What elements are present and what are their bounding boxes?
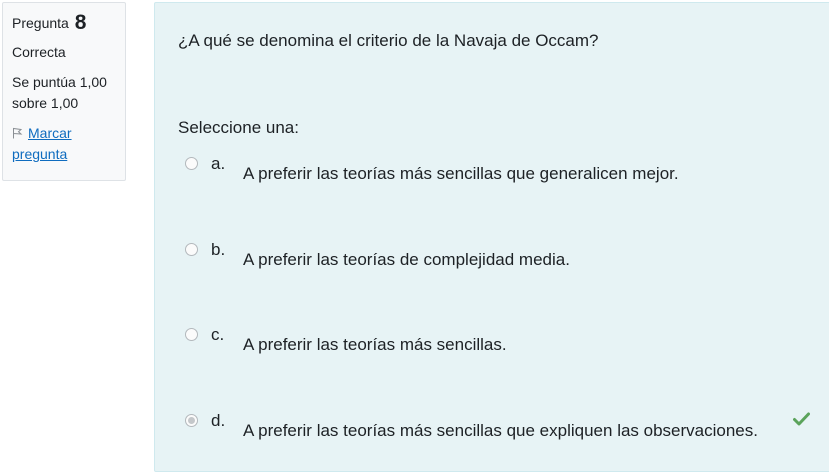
question-number-value: 8 (74, 11, 87, 34)
question-grade: Se puntúa 1,00 sobre 1,00 (12, 74, 107, 111)
question-number: Pregunta 8 (12, 12, 125, 36)
radio-button-c[interactable] (185, 328, 198, 341)
option-text-a: A preferir las teorías más sencillas que… (243, 164, 679, 183)
answer-option-d[interactable]: d. A preferir las teorías más sencillas … (185, 411, 825, 452)
question-text: ¿A qué se denomina el criterio de la Nav… (178, 31, 599, 50)
option-letter-a: a. (211, 154, 226, 173)
option-text-c: A preferir las teorías más sencillas. (243, 335, 507, 354)
answer-prompt: Seleccione una: (178, 118, 299, 137)
check-icon (793, 412, 810, 426)
flag-question-link[interactable]: Marcar pregunta (12, 123, 112, 165)
option-text-b: A preferir las teorías de complejidad me… (243, 250, 570, 269)
option-text-d: A preferir las teorías más sencillas que… (243, 421, 758, 440)
option-letter-b: b. (211, 240, 226, 259)
question-content: ¿A qué se denomina el criterio de la Nav… (154, 2, 829, 472)
radio-button-a[interactable] (185, 157, 198, 170)
question-info-panel: Pregunta 8 Correcta Se puntúa 1,00 sobre… (2, 2, 126, 181)
answer-option-b[interactable]: b. A preferir las teorías de complejidad… (185, 240, 825, 281)
answer-option-a[interactable]: a. A preferir las teorías más sencillas … (185, 154, 825, 195)
flag-icon (13, 127, 23, 139)
answer-option-c[interactable]: c. A preferir las teorías más sencillas. (185, 325, 825, 366)
question-state: Correcta (12, 44, 66, 60)
radio-button-d[interactable] (185, 414, 198, 427)
question-number-label: Pregunta (12, 15, 69, 31)
option-letter-d: d. (211, 411, 226, 430)
radio-button-b[interactable] (185, 243, 198, 256)
option-letter-c: c. (211, 325, 225, 344)
